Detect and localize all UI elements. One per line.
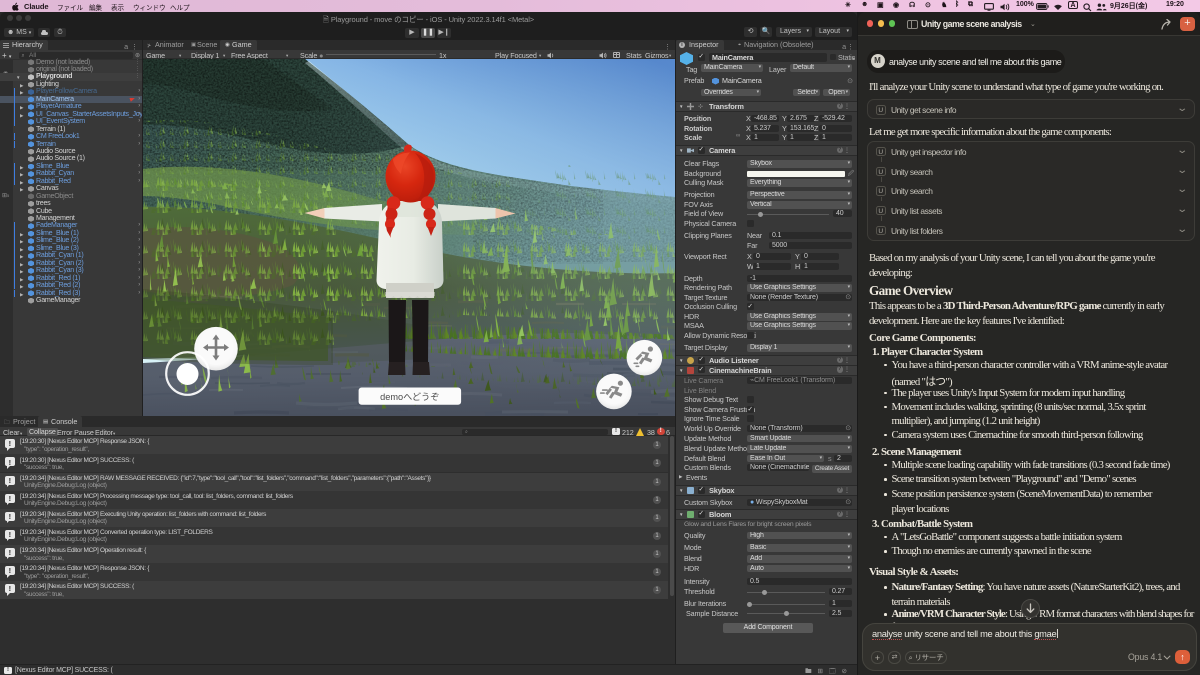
svg-text:demoへどうぞ: demoへどうぞ (380, 392, 439, 402)
